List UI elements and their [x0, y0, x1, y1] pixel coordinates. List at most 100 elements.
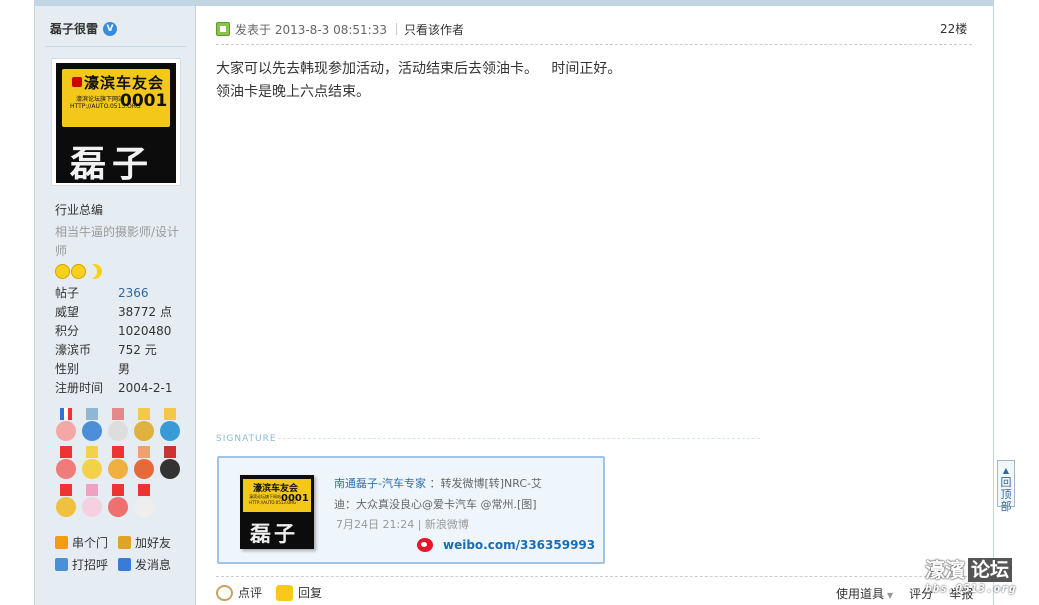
stat-label: 帖子: [55, 286, 80, 300]
signature-avatar-name: 磊子: [250, 522, 298, 546]
stat-row: 注册时间 2004-2-1: [55, 379, 172, 398]
medal-icon[interactable]: [133, 484, 155, 518]
reply-button[interactable]: 回复: [276, 584, 322, 601]
medal-list: [55, 408, 185, 518]
user-group-title: 行业总编: [55, 203, 104, 217]
weibo-link-row[interactable]: weibo.com/336359993: [417, 538, 595, 552]
visit-home-button[interactable]: 串个门: [55, 534, 118, 550]
post-time: 发表于 2013-8-3 08:51:33: [235, 22, 387, 37]
user-actions: 串个门 加好友 打招呼 发消息: [55, 534, 195, 572]
verified-icon[interactable]: V: [103, 21, 118, 36]
medal-icon[interactable]: [81, 484, 103, 518]
chat-icon: [55, 557, 68, 571]
stat-row: 濠滨币 752 元: [55, 341, 172, 360]
post-status-icon: [216, 22, 230, 36]
weibo-post-text: 南通磊子-汽车专家 ：转发微博[转]NRC-艾 迪：大众真没良心@爱卡汽车 @常…: [334, 473, 589, 515]
send-message-button[interactable]: 发消息: [118, 556, 195, 572]
medal-icon[interactable]: [107, 408, 129, 442]
sun-icon: [55, 264, 70, 279]
avatar-logo-subtitle: 濠滨论坛旗下网站: [76, 96, 125, 103]
stat-row: 帖子 2366: [55, 284, 172, 303]
avatar-image: 濠滨车友会 濠滨论坛旗下网站 HTTP://AUTO.0513.ORG 0001…: [56, 63, 176, 183]
stat-label: 性别: [55, 362, 80, 376]
stat-value: 2004-2-1: [118, 381, 173, 395]
avatar-logo-title: 濠滨车友会: [84, 74, 165, 92]
divider: [216, 44, 972, 45]
post-content: 大家可以先去韩现参加活动，活动结束后去领油卡。 时间正好。 领油卡是晚上六点结束…: [216, 58, 621, 104]
only-author-link[interactable]: 只看该作者: [404, 21, 464, 38]
author-header: 磊子很雷 V: [50, 20, 118, 37]
weibo-url-link[interactable]: weibo.com/336359993: [443, 538, 595, 552]
weibo-author-link[interactable]: 南通磊子-汽车专家: [334, 477, 426, 490]
watermark-part1: 濠濱: [925, 558, 965, 582]
avatar-name-text: 磊子: [70, 144, 155, 183]
weibo-post-text-line: 迪：大众真没良心@爱卡汽车 @常州.[图]: [334, 498, 537, 511]
medal-icon[interactable]: [107, 484, 129, 518]
avatar[interactable]: 濠滨车友会 濠滨论坛旗下网站 HTTP://AUTO.0513.ORG 0001…: [51, 58, 181, 186]
medal-icon[interactable]: [55, 446, 77, 480]
back-to-top-char: 部: [1000, 500, 1012, 513]
stat-value: 38772 点: [118, 305, 172, 319]
medal-icon[interactable]: [81, 446, 103, 480]
weibo-post-text-line: ：转发微博[转]NRC-艾: [425, 477, 543, 490]
signature-avatar[interactable]: 濠滨车友会 濠滨论坛旗下网站 HTTP://AUTO.0513.ORG 0001…: [240, 475, 314, 549]
author-name-link[interactable]: 磊子很雷: [50, 20, 98, 37]
handshake-icon: [118, 535, 131, 549]
divider: [278, 438, 760, 439]
medal-icon[interactable]: [159, 408, 181, 442]
back-to-top-button[interactable]: ▲ 回 顶 部: [997, 460, 1015, 513]
medal-icon[interactable]: [133, 446, 155, 480]
post-text-line: 大家可以先去韩现参加活动，活动结束后去领油卡。 时间正好。: [216, 61, 622, 77]
watermark-part2: 论坛: [968, 558, 1013, 582]
watermark-title: 濠濱 论坛: [925, 558, 1016, 582]
divider: [216, 576, 972, 577]
stat-value: 1020480: [118, 324, 172, 338]
add-friend-button[interactable]: 加好友: [118, 534, 195, 550]
reply-icon: [276, 584, 294, 601]
stat-label: 注册时间: [55, 381, 104, 395]
stat-label: 威望: [55, 305, 80, 319]
user-custom-title: 相当牛逼的摄影师/设计师: [55, 225, 180, 258]
stat-row: 性别 男: [55, 360, 172, 379]
signature-label: SIGNATURE: [216, 434, 277, 444]
weibo-signature-card: 濠滨车友会 濠滨论坛旗下网站 HTTP://AUTO.0513.ORG 0001…: [217, 456, 605, 564]
avatar-logo-banner: 濠滨车友会 濠滨论坛旗下网站 HTTP://AUTO.0513.ORG 0001: [62, 69, 170, 127]
post-actions: 点评 回复: [216, 584, 336, 601]
floor-number-link[interactable]: 22楼: [940, 20, 967, 37]
avatar-logo-number: 0001: [120, 91, 168, 111]
stat-label: 濠滨币: [55, 343, 92, 357]
comment-button[interactable]: 点评: [216, 584, 262, 601]
signature-logo-number: 0001: [281, 493, 309, 504]
send-message-label: 发消息: [135, 557, 172, 572]
medal-icon[interactable]: [133, 408, 155, 442]
post-text-line: 领油卡是晚上六点结束。: [216, 84, 370, 100]
comment-icon: [216, 584, 233, 601]
reply-label: 回复: [298, 586, 323, 600]
divider: [45, 46, 186, 47]
user-stats: 帖子 2366 威望 38772 点 积分 1020480 濠滨币 752 元 …: [55, 284, 172, 398]
caret-down-icon: ▼: [887, 591, 894, 600]
medal-icon[interactable]: [55, 408, 77, 442]
stat-row: 威望 38772 点: [55, 303, 172, 322]
medal-icon[interactable]: [81, 408, 103, 442]
level-stars: [55, 264, 102, 279]
poke-button[interactable]: 打招呼: [55, 556, 118, 572]
poke-label: 打招呼: [72, 557, 109, 572]
stat-value: 男: [118, 362, 131, 376]
stat-value-posts-link[interactable]: 2366: [118, 284, 149, 303]
divider: [396, 23, 397, 35]
post-meta: 发表于 2013-8-3 08:51:33 只看该作者: [216, 20, 464, 38]
stat-value: 752 元: [118, 343, 157, 357]
moon-icon: [87, 264, 102, 279]
author-sidebar: 磊子很雷 V 濠滨车友会 濠滨论坛旗下网站 HTTP://AUTO.0513.O…: [35, 6, 196, 605]
medal-icon[interactable]: [55, 484, 77, 518]
use-item-label: 使用道具: [836, 587, 885, 601]
add-friend-label: 加好友: [135, 535, 172, 550]
use-item-menu[interactable]: 使用道具 ▼: [836, 585, 893, 602]
medal-icon[interactable]: [159, 446, 181, 480]
signature-logo-banner: 濠滨车友会 濠滨论坛旗下网站 HTTP://AUTO.0513.ORG 0001: [243, 479, 311, 512]
medal-icon[interactable]: [107, 446, 129, 480]
comment-label: 点评: [238, 586, 263, 600]
mail-icon: [118, 557, 131, 571]
site-watermark: 濠濱 论坛 bbs.0513.org: [925, 558, 1016, 595]
